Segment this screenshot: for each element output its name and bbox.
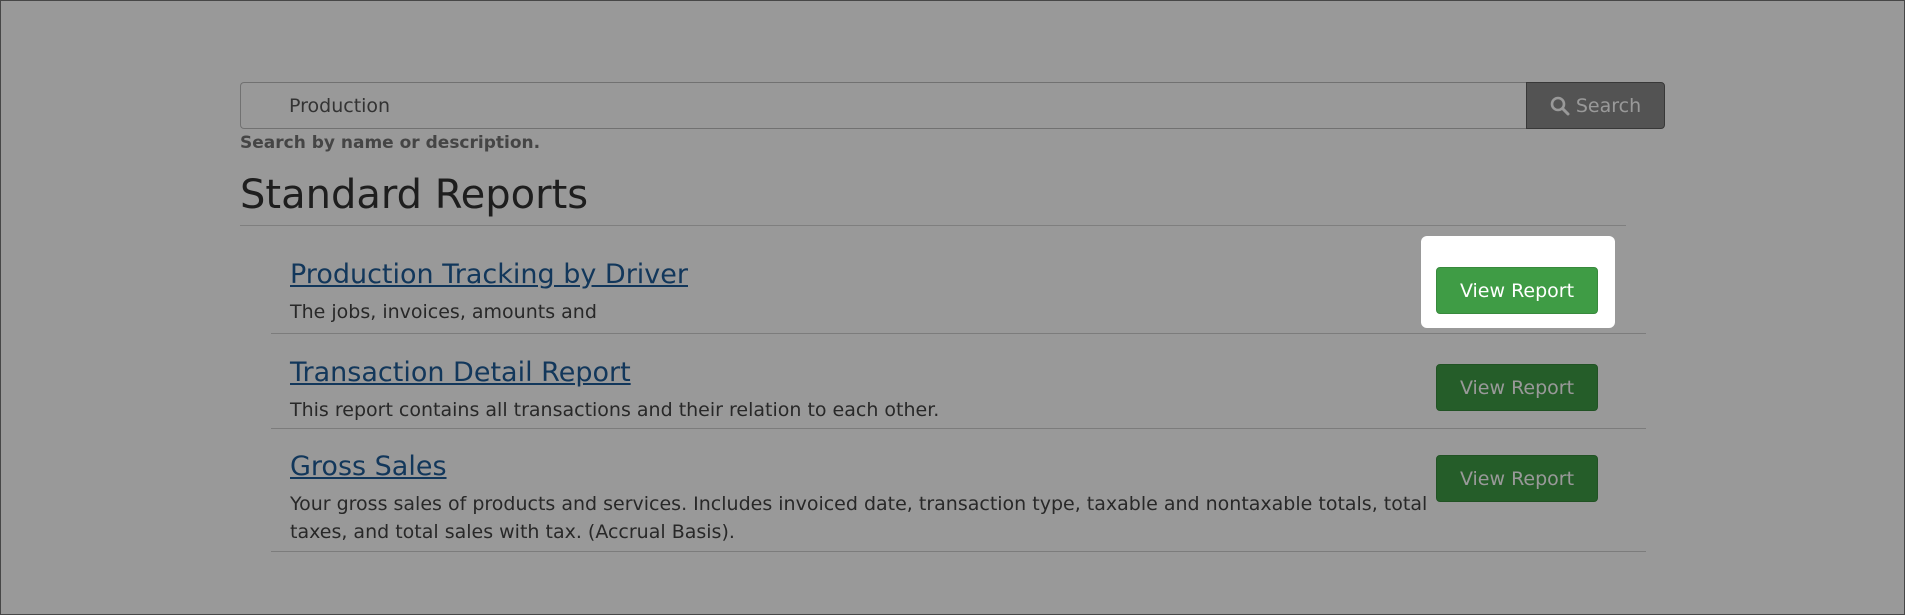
view-report-button[interactable]: View Report [1436,455,1598,502]
view-report-button[interactable]: View Report [1436,267,1598,314]
search-button[interactable]: Search [1526,82,1665,129]
report-row: Transaction Detail Report This report co… [271,334,1646,429]
report-title-link[interactable]: Transaction Detail Report [290,357,631,388]
search-button-label: Search [1575,94,1642,117]
section-title: Standard Reports [240,171,1626,226]
view-report-button[interactable]: View Report [1436,364,1598,411]
page: Search Search by name or description. St… [0,0,1905,615]
report-description: This report contains all transactions an… [290,399,940,421]
search-input[interactable] [240,82,1526,129]
report-row: Gross Sales Your gross sales of products… [271,429,1646,552]
report-title-link[interactable]: Gross Sales [290,451,447,482]
report-list: Production Tracking by Driver The jobs, … [271,226,1646,552]
search-bar: Search [240,82,1665,129]
report-description: The jobs, invoices, amounts and [290,301,597,323]
search-help-text: Search by name or description. [240,133,541,153]
report-description: Your gross sales of products and service… [290,493,1428,543]
search-icon [1550,96,1570,116]
report-row: Production Tracking by Driver The jobs, … [271,226,1646,334]
report-title-link[interactable]: Production Tracking by Driver [290,259,688,290]
reports-content: Search Search by name or description. St… [240,82,1665,552]
